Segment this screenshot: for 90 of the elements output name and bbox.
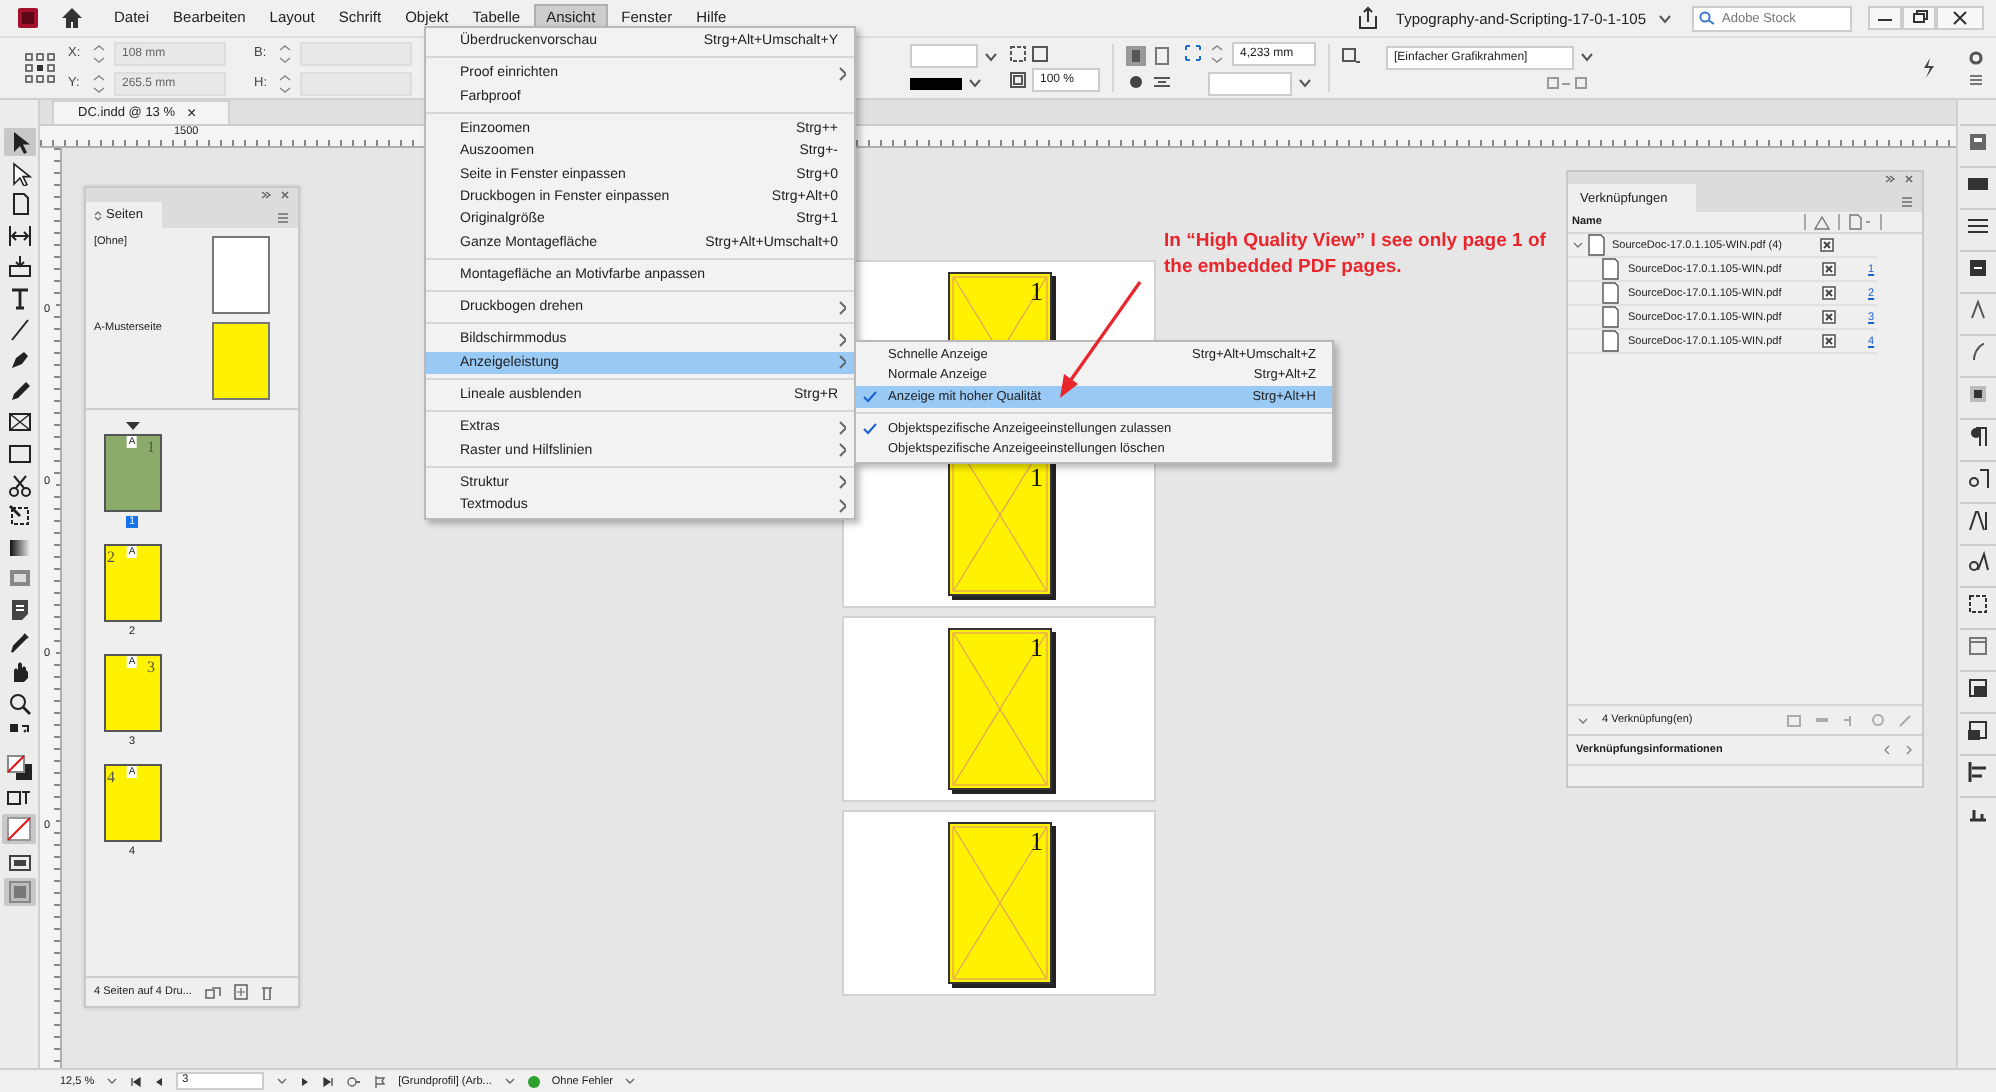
next-page-icon[interactable] [300,1075,311,1087]
chevron-down-icon[interactable] [1576,713,1590,727]
chevron-down-icon[interactable] [503,1076,516,1086]
new-page-icon[interactable] [233,984,248,1000]
page-number: 4 [107,768,115,786]
paragraph-style-icon[interactable] [1959,460,1995,494]
lightning-icon[interactable] [1920,58,1936,78]
collapse-icon[interactable] [260,190,272,200]
annotation-text: In “High Quality View” I see only page 1 of the embedded PDF pages. [1164,228,1548,280]
page-number: 1 [1030,634,1043,660]
status-dot-icon [527,1075,540,1087]
chevron-down-icon[interactable] [106,1076,119,1086]
menu-icon[interactable] [1900,194,1914,212]
apply-none-icon[interactable] [2,814,36,845]
link-status-icon [1822,334,1836,348]
page-column-icon[interactable] [1848,214,1872,230]
settings-icon[interactable] [1968,49,1984,65]
character-style-icon[interactable] [1959,502,1995,536]
content-collector-icon[interactable] [3,252,35,281]
link-status-icon [1822,310,1836,324]
flag-icon[interactable] [374,1075,387,1087]
share-icon[interactable] [1355,6,1380,30]
collapse-icon[interactable] [1884,173,1896,183]
warning-icon[interactable] [1814,215,1830,229]
free-transform-tool-icon[interactable] [3,502,35,531]
stepper-icon[interactable] [90,41,108,65]
previous-page-icon[interactable] [154,1075,165,1087]
fill-stroke-icon[interactable] [1,751,37,784]
align-icon[interactable] [1959,754,1995,788]
link-status-icon [1822,286,1836,300]
page-number: 1 [147,438,155,456]
chevron-down-icon[interactable] [1580,48,1594,66]
document-icon [1602,306,1620,328]
document-icon [1602,282,1620,304]
gap-tool-icon[interactable] [3,221,35,250]
restore-icon[interactable] [1902,6,1936,30]
stepper-icon[interactable] [90,71,108,95]
stroke-style-field[interactable] [910,44,978,68]
scissors-icon[interactable] [3,471,35,500]
document-icon [1588,234,1606,256]
page-number: 2 [107,548,115,566]
minimize-icon[interactable] [1868,6,1902,30]
document-icon [1602,330,1620,352]
selection-tool-icon[interactable] [3,128,35,156]
stroke-cap-icon[interactable] [1152,71,1172,91]
home-icon[interactable] [60,6,84,30]
menu-icon[interactable] [1968,71,1984,87]
spread-marker-icon [125,422,139,430]
frame-icon[interactable] [1032,45,1048,61]
scale-icon[interactable] [1010,71,1026,87]
paragraph-style-icon[interactable] [1959,418,1995,452]
view-mode-icon[interactable] [3,878,35,907]
page-size-icon[interactable] [203,984,222,1000]
stepper-icon[interactable] [276,71,294,95]
chevron-down-icon[interactable] [1658,11,1672,25]
open-page-icon[interactable] [346,1075,363,1087]
page-number: 3 [147,658,155,676]
link-status-icon [1822,262,1836,276]
object-style-icon[interactable] [1342,48,1360,66]
stepper-icon[interactable] [276,41,294,65]
stroke-swatch-icon[interactable] [910,75,962,91]
trash-icon[interactable] [259,984,274,1000]
last-page-icon[interactable] [322,1075,335,1087]
link-status-icon [1820,238,1834,252]
page-number: 1 [1030,464,1043,490]
rectangle-tool-icon[interactable] [3,439,35,468]
corner-icon[interactable] [1184,44,1202,62]
input-field[interactable] [300,71,412,95]
document-icon [1602,258,1620,280]
first-page-icon[interactable] [130,1075,143,1087]
stroke-join-icon[interactable] [1126,71,1146,91]
rectangle-frame-tool-icon[interactable] [3,408,35,437]
chevron-down-icon[interactable] [1298,74,1312,92]
frame-fit-icon[interactable] [1010,45,1026,61]
menu-icon[interactable] [276,210,290,228]
page-number: 1 [1030,828,1043,854]
expand-arrows-icon [94,209,102,221]
chevron-down-icon[interactable] [276,1076,289,1086]
stepper-icon[interactable] [1208,41,1226,65]
cell-style-icon[interactable] [1959,712,1995,746]
stroke-type-field[interactable] [1208,71,1292,95]
reference-point-icon [24,52,56,84]
formatting-affects-icon[interactable] [2,786,36,811]
previous-icon[interactable] [1882,744,1892,756]
app-logo-icon[interactable] [16,6,40,30]
next-icon[interactable] [1904,744,1914,756]
close-button[interactable]: × [187,104,197,122]
chevron-down-icon[interactable] [1568,238,1588,252]
page-number: 1 [1030,278,1043,304]
chevron-down-icon[interactable] [624,1076,637,1086]
